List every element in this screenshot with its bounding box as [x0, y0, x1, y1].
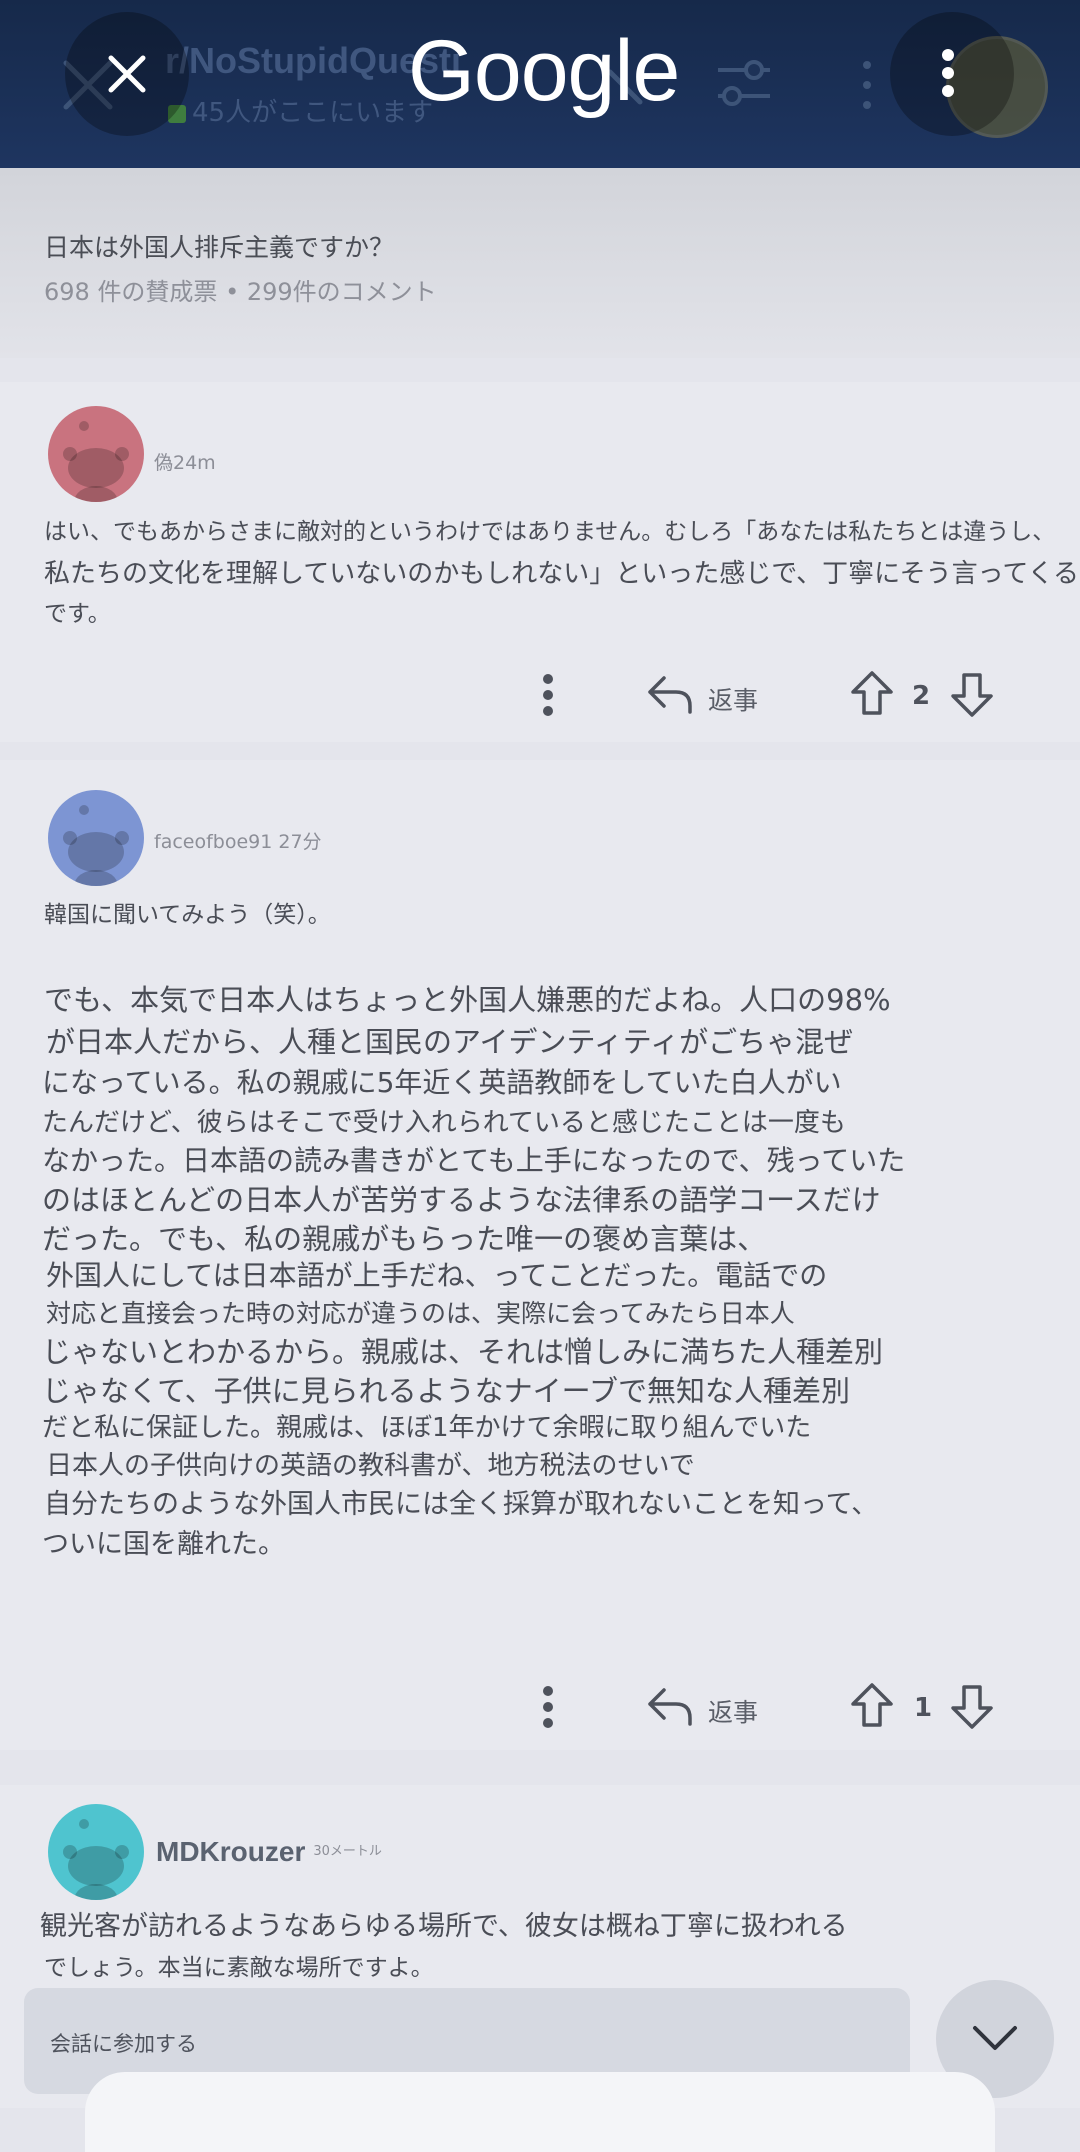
comment-line: が日本人だから、人種と国民のアイデンティティがごちゃ混ぜ	[46, 1025, 854, 1059]
comment-line: 自分たちのような外国人市民には全く採算が取れないことを知って、	[44, 1489, 879, 1520]
comment-line: のはほとんどの日本人が苦労するような法律系の語学コースだけ	[42, 1183, 881, 1217]
comment-age: 30メートル	[313, 1844, 382, 1859]
comment-line: 日本人の子供向けの英語の教科書が、地方税法のせいで	[46, 1451, 695, 1481]
snoo-icon	[63, 421, 129, 502]
snoo-icon	[63, 805, 129, 886]
bottom-sheet	[85, 2072, 995, 2152]
comment-line: だった。でも、私の親戚がもらった唯一の褒め言葉は、	[42, 1222, 767, 1256]
google-logo: Google	[408, 23, 680, 119]
comment-line: だと私に保証した。親戚は、ほぼ1年かけて余暇に取り組んでいた	[42, 1413, 812, 1443]
more-options-icon	[942, 49, 954, 97]
comment-username[interactable]: 偽24m	[154, 448, 216, 475]
downvote-icon[interactable]	[950, 672, 994, 718]
comment-line: じゃないとわかるから。親戚は、それは憎しみに満ちた人種差別	[42, 1335, 884, 1369]
avatar[interactable]	[48, 406, 144, 502]
comment-line: はい、でもあからさまに敵対的というわけではありません。むしろ「あなたは私たちとは…	[44, 519, 1056, 545]
close-icon	[108, 55, 146, 93]
snoo-icon	[63, 1819, 129, 1900]
post-meta: 698 件の賛成票 • 299件のコメント	[44, 278, 437, 306]
comment-line: ついに国を離れた。	[42, 1529, 285, 1560]
comment-more-icon[interactable]	[542, 674, 554, 716]
downvote-icon[interactable]	[950, 1684, 994, 1730]
comment-username[interactable]: faceofboe91 27分	[154, 827, 322, 854]
comment-line: じゃなくて、子供に見られるようなナイーブで無知な人種差別	[42, 1374, 850, 1408]
chevron-down-icon	[973, 2026, 1017, 2050]
filter-icon	[718, 60, 770, 106]
ghost-more-icon	[863, 61, 871, 109]
comment-line: 私たちの文化を理解していないのかもしれない」といった感じで、丁寧にそう言ってくる…	[44, 559, 1080, 589]
comment-more-icon[interactable]	[542, 1686, 554, 1728]
comment-line: です。	[44, 601, 111, 627]
close-button[interactable]	[65, 12, 189, 136]
online-count: 45人がここにいます	[168, 92, 433, 129]
comment-line: になっている。私の親戚に5年近く英語教師をしていた白人がい	[42, 1066, 842, 1099]
reply-button[interactable]: 返事	[708, 681, 758, 717]
post-title: 日本は外国人排斥主義ですか？	[44, 233, 395, 262]
vote-score: 2	[912, 681, 931, 711]
comment-line: でも、本気で日本人はちょっと外国人嫌悪的だよね。人口の98%	[44, 983, 891, 1017]
vote-score: 1	[914, 1693, 933, 1723]
comment-line: 外国人にしては日本語が上手だね、ってことだった。電話での	[46, 1259, 828, 1292]
comment-line: でしょう。本当に素敵な場所ですよ。	[44, 1955, 434, 1981]
join-conversation-label: 会話に参加する	[50, 2032, 197, 2056]
comment-intro: 韓国に聞いてみよう（笑）。	[44, 902, 331, 928]
reply-button[interactable]: 返事	[708, 1693, 758, 1729]
avatar[interactable]	[48, 790, 144, 886]
reply-icon[interactable]	[646, 674, 694, 714]
comment-line: たんだけど、彼らはそこで受け入れられていると感じたことは一度も	[42, 1108, 846, 1138]
upvote-icon[interactable]	[850, 670, 894, 716]
comment-line: なかった。日本語の読み書きがとても上手になったので、残っていた	[42, 1144, 906, 1177]
avatar[interactable]	[48, 1804, 144, 1900]
comment-line: 観光客が訪れるようなあらゆる場所で、彼女は概ね丁寧に扱われる	[40, 1911, 848, 1942]
upvote-icon[interactable]	[850, 1682, 894, 1728]
reply-icon[interactable]	[646, 1686, 694, 1726]
comment-username[interactable]: MDKrouzer 30メートル	[156, 1836, 382, 1868]
comment-line: 対応と直接会った時の対応が違うのは、実際に会ってみたら日本人	[46, 1299, 795, 1328]
